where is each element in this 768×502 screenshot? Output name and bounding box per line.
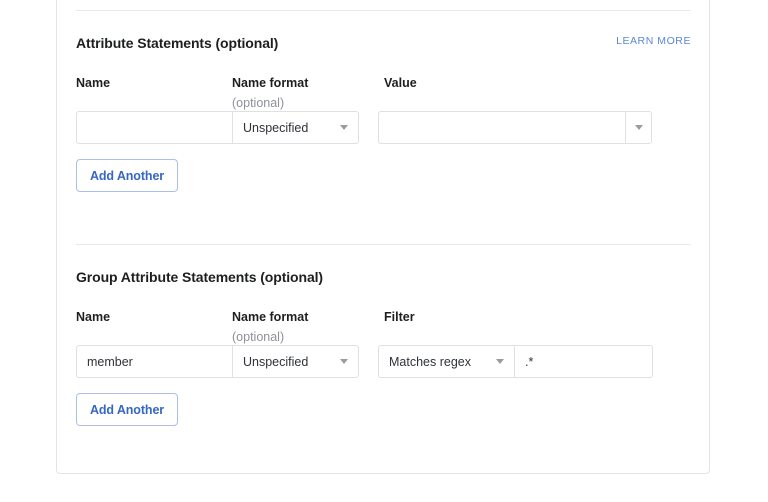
add-another-group-attribute-button[interactable]: Add Another (76, 393, 178, 426)
section-title-attribute-statements: Attribute Statements (optional) (76, 35, 279, 51)
section-title-group-attribute-statements: Group Attribute Statements (optional) (76, 269, 323, 285)
column-header-filter-label: Filter (384, 310, 415, 324)
group-name-input[interactable] (77, 346, 232, 377)
attribute-statement-row: Unspecified (76, 111, 691, 145)
group-name-format-value: Unspecified (243, 354, 309, 369)
chevron-down-icon (340, 125, 348, 130)
divider-top (76, 10, 691, 11)
attribute-name-format-select[interactable]: Unspecified (232, 111, 359, 144)
attribute-value-field[interactable] (378, 111, 625, 144)
divider-middle (76, 244, 691, 245)
attribute-value-dropdown-button[interactable] (625, 111, 652, 144)
group-attribute-statement-row: Unspecified Matches regex (76, 345, 691, 379)
column-header-name-label: Name (76, 76, 111, 90)
section-header-attribute-statements: Attribute Statements (optional) LEARN MO… (76, 33, 691, 53)
add-another-attribute-button[interactable]: Add Another (76, 159, 178, 192)
column-header-filter: Filter (384, 309, 415, 325)
column-header-group-name-label: Name (76, 310, 111, 324)
column-headers-group-attribute-statements: Name Name format (optional) Filter (76, 309, 691, 345)
attribute-name-input[interactable] (77, 112, 232, 143)
group-name-format-select[interactable]: Unspecified (232, 345, 359, 378)
group-filter-type-select[interactable]: Matches regex (378, 345, 514, 378)
group-filter-type-value: Matches regex (389, 354, 471, 369)
attribute-name-field[interactable] (76, 111, 232, 144)
column-header-value: Value (384, 75, 417, 91)
column-header-group-name: Name (76, 309, 110, 325)
chevron-down-icon (496, 359, 504, 364)
chevron-down-icon (340, 359, 348, 364)
column-header-group-name-format-label: Name format (232, 310, 309, 324)
column-header-name-format: Name format (optional) (232, 75, 308, 111)
group-filter-value-field[interactable] (514, 345, 653, 378)
learn-more-link[interactable]: LEARN MORE (616, 35, 691, 47)
section-header-group-attribute-statements: Group Attribute Statements (optional) (76, 267, 691, 287)
column-headers-attribute-statements: Name Name format (optional) Value (76, 75, 691, 111)
column-header-name-format-label: Name format (232, 76, 309, 90)
section-group-attribute-statements: Group Attribute Statements (optional) Na… (76, 267, 691, 426)
column-header-name-format-optional: (optional) (232, 96, 285, 110)
column-header-group-name-format-optional: (optional) (232, 330, 285, 344)
attribute-name-format-value: Unspecified (243, 120, 309, 135)
group-name-field[interactable] (76, 345, 232, 378)
group-filter-value-input[interactable] (515, 346, 652, 377)
section-attribute-statements: Attribute Statements (optional) LEARN MO… (76, 33, 691, 192)
column-header-value-label: Value (384, 76, 417, 90)
attribute-value-input[interactable] (379, 112, 625, 143)
column-header-group-name-format: Name format (optional) (232, 309, 308, 345)
attribute-statements-card: Attribute Statements (optional) LEARN MO… (56, 0, 710, 474)
chevron-down-icon (634, 125, 643, 130)
column-header-name: Name (76, 75, 110, 91)
